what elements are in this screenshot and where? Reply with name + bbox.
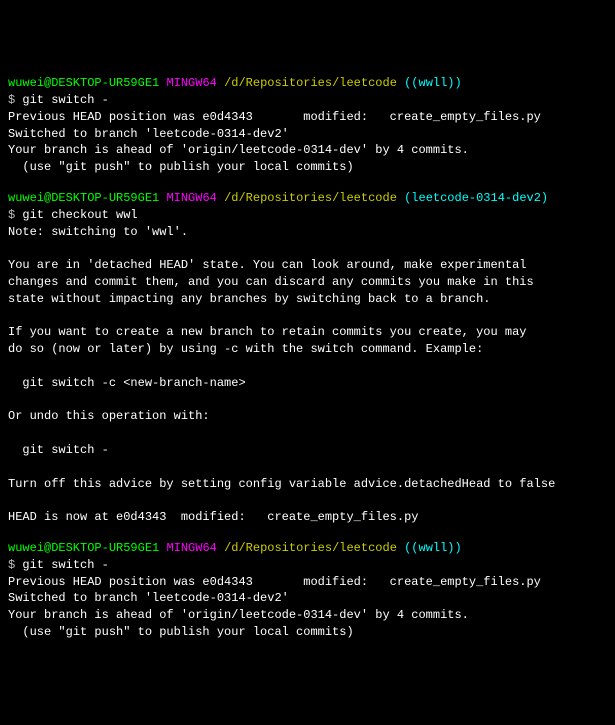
block-spacer — [8, 526, 607, 540]
prompt-symbol: $ — [8, 558, 22, 572]
output-line: Previous HEAD position was e0d4343 modif… — [8, 574, 607, 591]
output-line: git switch - — [8, 442, 607, 459]
output-line — [8, 425, 607, 442]
prompt-branch: (leetcode-0314-dev2) — [404, 191, 548, 205]
command-text: git switch - — [22, 558, 108, 572]
prompt-line: wuwei@DESKTOP-UR59GE1 MINGW64 /d/Reposit… — [8, 190, 607, 207]
prompt-symbol: $ — [8, 208, 22, 222]
prompt-user-host: wuwei@DESKTOP-UR59GE1 — [8, 191, 159, 205]
output-line — [8, 358, 607, 375]
output-line: You are in 'detached HEAD' state. You ca… — [8, 257, 607, 274]
output-line: Turn off this advice by setting config v… — [8, 476, 607, 493]
block-spacer — [8, 176, 607, 190]
output-line — [8, 240, 607, 257]
terminal-output[interactable]: wuwei@DESKTOP-UR59GE1 MINGW64 /d/Reposit… — [8, 75, 607, 641]
prompt-path: /d/Repositories/leetcode — [224, 76, 397, 90]
prompt-path: /d/Repositories/leetcode — [224, 191, 397, 205]
output-line: If you want to create a new branch to re… — [8, 324, 607, 341]
output-line — [8, 492, 607, 509]
output-line — [8, 392, 607, 409]
prompt-user-host: wuwei@DESKTOP-UR59GE1 — [8, 76, 159, 90]
output-line: Switched to branch 'leetcode-0314-dev2' — [8, 590, 607, 607]
output-line: Switched to branch 'leetcode-0314-dev2' — [8, 126, 607, 143]
output-line: do so (now or later) by using -c with th… — [8, 341, 607, 358]
prompt-branch: ((wwll)) — [404, 76, 462, 90]
output-line — [8, 308, 607, 325]
prompt-user-host: wuwei@DESKTOP-UR59GE1 — [8, 541, 159, 555]
output-line: (use "git push" to publish your local co… — [8, 624, 607, 641]
prompt-shell: MINGW64 — [166, 191, 216, 205]
prompt-shell: MINGW64 — [166, 76, 216, 90]
output-line — [8, 459, 607, 476]
command-text: git checkout wwl — [22, 208, 137, 222]
output-line: Or undo this operation with: — [8, 408, 607, 425]
command-line: $ git checkout wwl — [8, 207, 607, 224]
output-line: git switch -c <new-branch-name> — [8, 375, 607, 392]
output-line: HEAD is now at e0d4343 modified: create_… — [8, 509, 607, 526]
prompt-path: /d/Repositories/leetcode — [224, 541, 397, 555]
output-line: Your branch is ahead of 'origin/leetcode… — [8, 607, 607, 624]
output-line: Note: switching to 'wwl'. — [8, 224, 607, 241]
output-line: Your branch is ahead of 'origin/leetcode… — [8, 142, 607, 159]
output-line: (use "git push" to publish your local co… — [8, 159, 607, 176]
output-line: state without impacting any branches by … — [8, 291, 607, 308]
output-line: changes and commit them, and you can dis… — [8, 274, 607, 291]
prompt-symbol: $ — [8, 93, 22, 107]
command-text: git switch - — [22, 93, 108, 107]
command-line: $ git switch - — [8, 557, 607, 574]
prompt-line: wuwei@DESKTOP-UR59GE1 MINGW64 /d/Reposit… — [8, 540, 607, 557]
command-line: $ git switch - — [8, 92, 607, 109]
prompt-line: wuwei@DESKTOP-UR59GE1 MINGW64 /d/Reposit… — [8, 75, 607, 92]
prompt-branch: ((wwll)) — [404, 541, 462, 555]
output-line: Previous HEAD position was e0d4343 modif… — [8, 109, 607, 126]
prompt-shell: MINGW64 — [166, 541, 216, 555]
